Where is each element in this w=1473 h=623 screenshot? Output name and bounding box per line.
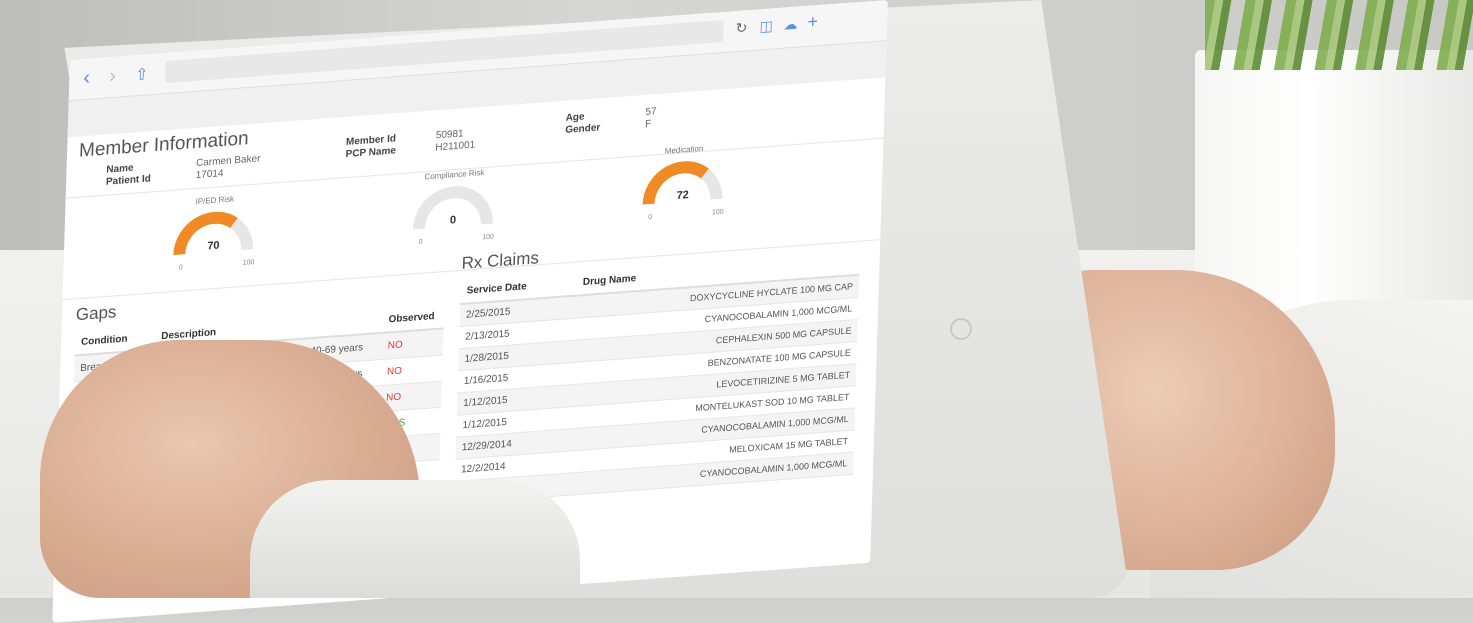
gauge-max: 100 (482, 233, 495, 242)
gauge-min: 0 (178, 264, 183, 272)
age-value: 57 (645, 106, 657, 119)
share-icon[interactable]: ⇧ (135, 64, 149, 85)
plant-leaves (1205, 0, 1473, 70)
gauge-min: 0 (418, 238, 423, 246)
age-label: Age (565, 111, 585, 124)
left-sleeve (250, 480, 580, 598)
gauge-min: 0 (648, 213, 653, 222)
rx-table: Service Date Drug Name 2/25/2015 DOXYCYCL… (454, 250, 861, 504)
gauge-max: 100 (711, 208, 724, 217)
forward-icon[interactable]: › (109, 65, 116, 89)
gauge-medication: Medication 72 0 100 (622, 141, 744, 230)
reload-icon[interactable]: ↻ (735, 19, 747, 37)
gauge-title: IP/ED Risk (195, 194, 235, 207)
gauge-max: 100 (242, 259, 255, 267)
gender-value: F (644, 118, 652, 131)
pcp-name-value: H211001 (435, 139, 476, 154)
bookmarks-icon[interactable]: ◫ (759, 17, 773, 35)
gender-label: Gender (565, 122, 601, 136)
member-id-value: 50981 (435, 128, 464, 142)
gauge-compliance-risk: Compliance Risk 0 0 100 (392, 166, 514, 255)
tablet-home-button[interactable] (950, 318, 972, 340)
patient-id-label: Patient Id (105, 173, 152, 188)
name-label: Name (106, 162, 134, 176)
pcp-name-label: PCP Name (345, 145, 397, 161)
name-value: Carmen Baker (195, 153, 261, 170)
new-tab-icon[interactable]: + (807, 11, 818, 33)
patient-id-value: 17014 (195, 168, 224, 182)
back-icon[interactable]: ‹ (83, 67, 90, 91)
rx-claims-section: Rx Claims Service Date Drug Name 2/25/20… (454, 225, 861, 505)
cloud-icon[interactable]: ☁ (783, 16, 797, 34)
gauge-ip-ed-risk: IP/ED Risk 70 0 100 (153, 191, 275, 280)
